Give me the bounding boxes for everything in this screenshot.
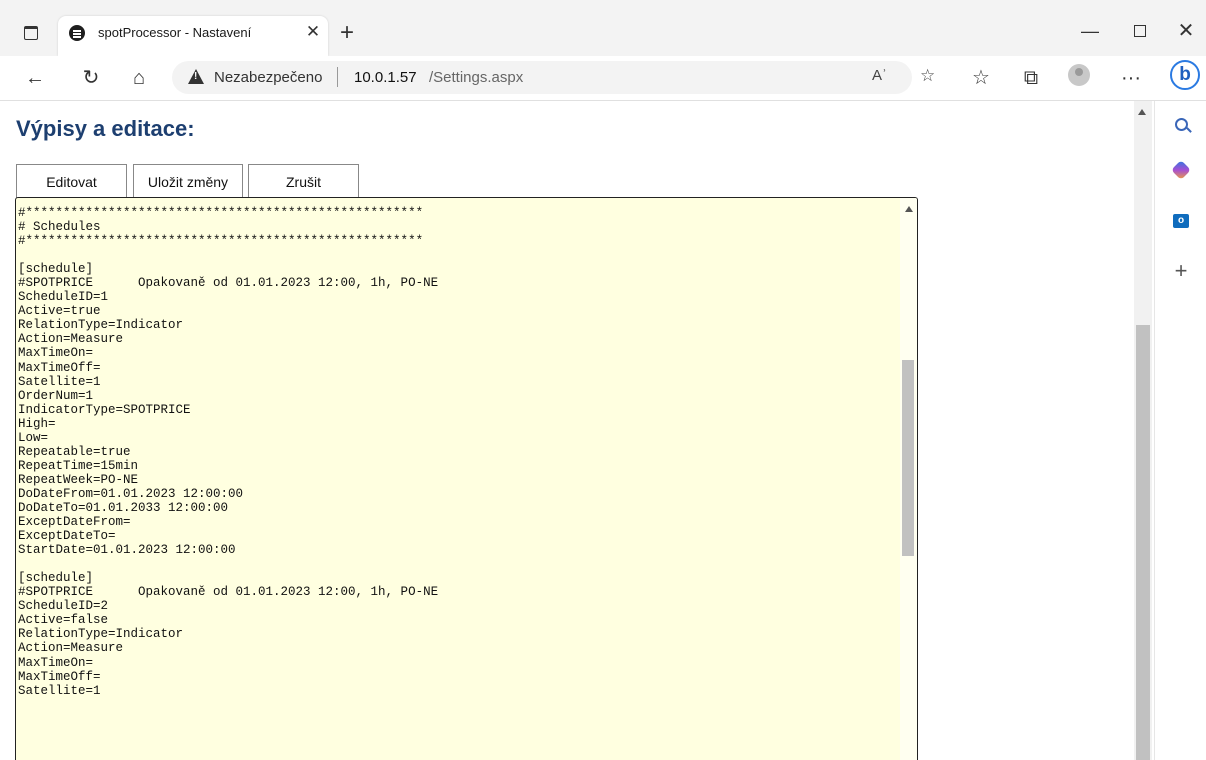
more-menu-button[interactable]: ···: [1116, 63, 1146, 93]
read-aloud-icon[interactable]: A͏ʾ: [872, 67, 887, 84]
add-sidebar-icon[interactable]: +: [1169, 259, 1193, 283]
page-scroll-thumb[interactable]: [1136, 325, 1150, 760]
address-separator: [337, 67, 338, 87]
settings-text[interactable]: #***************************************…: [18, 206, 898, 698]
maximize-button[interactable]: [1120, 18, 1160, 44]
bing-copilot-icon[interactable]: b: [1170, 60, 1200, 90]
title-bar: spotProcessor - Nastavení ✕ + — ✕: [0, 0, 1206, 56]
address-path[interactable]: /Settings.aspx: [429, 69, 523, 86]
search-icon[interactable]: [1169, 113, 1193, 137]
page-title: Výpisy a editace:: [16, 116, 195, 141]
browser-toolbar: ← ↻ ⌂ Nezabezpečeno 10.0.1.57 /Settings.…: [0, 56, 1206, 101]
back-icon[interactable]: ←: [20, 63, 50, 93]
minimize-button[interactable]: —: [1070, 18, 1110, 44]
save-changes-button[interactable]: Uložit změny: [133, 164, 243, 198]
tab-actions-icon[interactable]: [24, 26, 38, 40]
edit-button[interactable]: Editovat: [16, 164, 127, 198]
outlook-icon[interactable]: o: [1169, 205, 1193, 229]
new-tab-button[interactable]: +: [336, 21, 358, 45]
favicon-icon: [69, 25, 85, 41]
tab-close-button[interactable]: ✕: [302, 21, 324, 43]
refresh-icon[interactable]: ↻: [76, 63, 106, 93]
scroll-up-arrow-icon[interactable]: [905, 206, 913, 212]
textarea-scrollbar[interactable]: [900, 198, 917, 760]
textarea-scroll-thumb[interactable]: [902, 360, 914, 556]
tab-active[interactable]: spotProcessor - Nastavení ✕: [58, 16, 328, 56]
favorites-icon[interactable]: ☆: [966, 63, 996, 93]
address-bar[interactable]: Nezabezpečeno 10.0.1.57 /Settings.aspx A…: [172, 61, 935, 94]
cancel-button[interactable]: Zrušit: [248, 164, 359, 198]
close-window-button[interactable]: ✕: [1166, 18, 1206, 44]
tab-title: spotProcessor - Nastavení: [98, 25, 252, 40]
scroll-up-arrow-icon[interactable]: [1138, 109, 1146, 115]
collections-icon[interactable]: ⧉: [1016, 63, 1046, 93]
page-scrollbar[interactable]: [1134, 101, 1152, 760]
address-host[interactable]: 10.0.1.57: [354, 69, 417, 86]
security-warning[interactable]: Nezabezpečeno: [214, 69, 322, 86]
edge-sidebar: o +: [1154, 101, 1206, 760]
settings-textarea[interactable]: #***************************************…: [15, 197, 918, 760]
copilot-icon[interactable]: [1169, 159, 1193, 183]
add-favorite-icon[interactable]: ☆: [920, 66, 935, 86]
home-icon[interactable]: ⌂: [124, 63, 154, 93]
maximize-icon: [1134, 25, 1146, 37]
warning-icon: [188, 69, 204, 84]
profile-icon[interactable]: [1068, 64, 1090, 86]
